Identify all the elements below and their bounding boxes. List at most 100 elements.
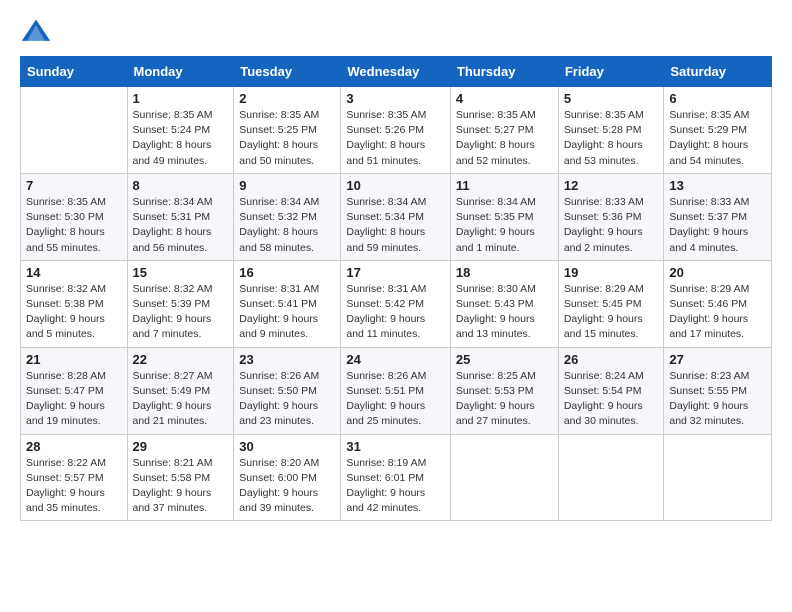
day-number: 14 (26, 265, 122, 280)
day-number: 25 (456, 352, 553, 367)
day-number: 2 (239, 91, 335, 106)
page: SundayMondayTuesdayWednesdayThursdayFrid… (0, 0, 792, 612)
day-number: 22 (133, 352, 229, 367)
day-number: 24 (346, 352, 445, 367)
day-cell: 25 Sunrise: 8:25 AMSunset: 5:53 PMDayligh… (450, 347, 558, 434)
day-info: Sunrise: 8:24 AMSunset: 5:54 PMDaylight:… (564, 369, 659, 430)
day-number: 27 (669, 352, 766, 367)
day-number: 13 (669, 178, 766, 193)
day-cell: 8 Sunrise: 8:34 AMSunset: 5:31 PMDaylight… (127, 173, 234, 260)
day-cell: 4Sunrise: 8:35 AMSunset: 5:27 PMDaylight… (450, 87, 558, 174)
day-info: Sunrise: 8:29 AMSunset: 5:45 PMDaylight:… (564, 282, 659, 343)
col-header-thursday: Thursday (450, 57, 558, 87)
day-cell: 19 Sunrise: 8:29 AMSunset: 5:45 PMDayligh… (558, 260, 664, 347)
day-info: Sunrise: 8:31 AMSunset: 5:41 PMDaylight:… (239, 282, 335, 343)
day-info: Sunrise: 8:23 AMSunset: 5:55 PMDaylight:… (669, 369, 766, 430)
day-number: 8 (133, 178, 229, 193)
col-header-tuesday: Tuesday (234, 57, 341, 87)
day-cell: 28Sunrise: 8:22 AMSunset: 5:57 PMDayligh… (21, 434, 128, 521)
calendar-table: SundayMondayTuesdayWednesdayThursdayFrid… (20, 56, 772, 521)
day-cell: 15 Sunrise: 8:32 AMSunset: 5:39 PMDayligh… (127, 260, 234, 347)
day-number: 7 (26, 178, 122, 193)
day-cell: 2 Sunrise: 8:35 AMSunset: 5:25 PMDaylight… (234, 87, 341, 174)
col-header-wednesday: Wednesday (341, 57, 451, 87)
day-cell: 24 Sunrise: 8:26 AMSunset: 5:51 PMDayligh… (341, 347, 451, 434)
day-cell: 23Sunrise: 8:26 AMSunset: 5:50 PMDayligh… (234, 347, 341, 434)
day-cell: 20 Sunrise: 8:29 AMSunset: 5:46 PMDayligh… (664, 260, 772, 347)
logo-icon (20, 16, 52, 48)
day-cell: 6 Sunrise: 8:35 AMSunset: 5:29 PMDaylight… (664, 87, 772, 174)
day-cell: 14Sunrise: 8:32 AMSunset: 5:38 PMDayligh… (21, 260, 128, 347)
day-number: 6 (669, 91, 766, 106)
day-info: Sunrise: 8:28 AMSunset: 5:47 PMDaylight:… (26, 369, 122, 430)
day-number: 5 (564, 91, 659, 106)
day-info: Sunrise: 8:21 AMSunset: 5:58 PMDaylight:… (133, 456, 229, 517)
day-info: Sunrise: 8:29 AMSunset: 5:46 PMDaylight:… (669, 282, 766, 343)
day-number: 30 (239, 439, 335, 454)
day-info: Sunrise: 8:30 AMSunset: 5:43 PMDaylight:… (456, 282, 553, 343)
day-info: Sunrise: 8:34 AMSunset: 5:32 PMDaylight:… (239, 195, 335, 256)
day-number: 1 (133, 91, 229, 106)
day-cell: 22 Sunrise: 8:27 AMSunset: 5:49 PMDayligh… (127, 347, 234, 434)
day-cell: 16 Sunrise: 8:31 AMSunset: 5:41 PMDayligh… (234, 260, 341, 347)
day-number: 12 (564, 178, 659, 193)
day-number: 15 (133, 265, 229, 280)
day-info: Sunrise: 8:33 AMSunset: 5:37 PMDaylight:… (669, 195, 766, 256)
day-number: 29 (133, 439, 229, 454)
day-info: Sunrise: 8:25 AMSunset: 5:53 PMDaylight:… (456, 369, 553, 430)
day-number: 31 (346, 439, 445, 454)
col-header-sunday: Sunday (21, 57, 128, 87)
day-cell: 27 Sunrise: 8:23 AMSunset: 5:55 PMDayligh… (664, 347, 772, 434)
day-info: Sunrise: 8:35 AMSunset: 5:28 PMDaylight:… (564, 108, 659, 169)
week-row-2: 7 Sunrise: 8:35 AMSunset: 5:30 PMDaylight… (21, 173, 772, 260)
day-info: Sunrise: 8:32 AMSunset: 5:39 PMDaylight:… (133, 282, 229, 343)
day-number: 26 (564, 352, 659, 367)
day-info: Sunrise: 8:34 AMSunset: 5:31 PMDaylight:… (133, 195, 229, 256)
day-cell: 10 Sunrise: 8:34 AMSunset: 5:34 PMDayligh… (341, 173, 451, 260)
day-number: 19 (564, 265, 659, 280)
day-info: Sunrise: 8:27 AMSunset: 5:49 PMDaylight:… (133, 369, 229, 430)
day-number: 3 (346, 91, 445, 106)
day-info: Sunrise: 8:35 AMSunset: 5:25 PMDaylight:… (239, 108, 335, 169)
day-info: Sunrise: 8:26 AMSunset: 5:51 PMDaylight:… (346, 369, 445, 430)
day-info: Sunrise: 8:35 AMSunset: 5:29 PMDaylight:… (669, 108, 766, 169)
day-info: Sunrise: 8:33 AMSunset: 5:36 PMDaylight:… (564, 195, 659, 256)
header (20, 16, 772, 48)
day-cell: 11Sunrise: 8:34 AMSunset: 5:35 PMDayligh… (450, 173, 558, 260)
day-cell (558, 434, 664, 521)
day-number: 4 (456, 91, 553, 106)
day-info: Sunrise: 8:31 AMSunset: 5:42 PMDaylight:… (346, 282, 445, 343)
day-cell (450, 434, 558, 521)
day-cell: 9 Sunrise: 8:34 AMSunset: 5:32 PMDaylight… (234, 173, 341, 260)
week-row-5: 28Sunrise: 8:22 AMSunset: 5:57 PMDayligh… (21, 434, 772, 521)
col-header-monday: Monday (127, 57, 234, 87)
day-cell: 3Sunrise: 8:35 AMSunset: 5:26 PMDaylight… (341, 87, 451, 174)
day-number: 16 (239, 265, 335, 280)
day-cell: 5 Sunrise: 8:35 AMSunset: 5:28 PMDaylight… (558, 87, 664, 174)
day-number: 18 (456, 265, 553, 280)
day-cell: 1 Sunrise: 8:35 AMSunset: 5:24 PMDaylight… (127, 87, 234, 174)
col-header-friday: Friday (558, 57, 664, 87)
day-cell: 26 Sunrise: 8:24 AMSunset: 5:54 PMDayligh… (558, 347, 664, 434)
day-cell: 29 Sunrise: 8:21 AMSunset: 5:58 PMDayligh… (127, 434, 234, 521)
day-cell: 21 Sunrise: 8:28 AMSunset: 5:47 PMDayligh… (21, 347, 128, 434)
day-cell: 12 Sunrise: 8:33 AMSunset: 5:36 PMDayligh… (558, 173, 664, 260)
day-info: Sunrise: 8:34 AMSunset: 5:34 PMDaylight:… (346, 195, 445, 256)
day-cell (664, 434, 772, 521)
day-number: 28 (26, 439, 122, 454)
day-info: Sunrise: 8:34 AMSunset: 5:35 PMDaylight:… (456, 195, 553, 256)
day-number: 10 (346, 178, 445, 193)
col-header-saturday: Saturday (664, 57, 772, 87)
day-info: Sunrise: 8:35 AMSunset: 5:24 PMDaylight:… (133, 108, 229, 169)
day-cell: 13 Sunrise: 8:33 AMSunset: 5:37 PMDayligh… (664, 173, 772, 260)
day-info: Sunrise: 8:26 AMSunset: 5:50 PMDaylight:… (239, 369, 335, 430)
day-cell: 30 Sunrise: 8:20 AMSunset: 6:00 PMDayligh… (234, 434, 341, 521)
day-info: Sunrise: 8:20 AMSunset: 6:00 PMDaylight:… (239, 456, 335, 517)
day-number: 20 (669, 265, 766, 280)
day-number: 17 (346, 265, 445, 280)
day-number: 21 (26, 352, 122, 367)
day-cell: 18 Sunrise: 8:30 AMSunset: 5:43 PMDayligh… (450, 260, 558, 347)
day-cell (21, 87, 128, 174)
day-number: 9 (239, 178, 335, 193)
day-info: Sunrise: 8:35 AMSunset: 5:30 PMDaylight:… (26, 195, 122, 256)
